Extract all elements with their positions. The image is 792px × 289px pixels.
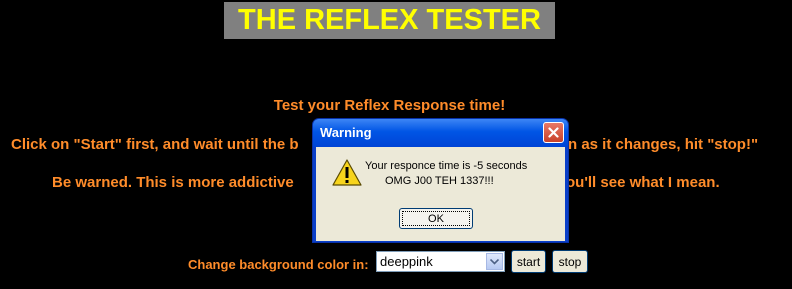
intro-line-3: Be warned. This is more addictive: [52, 174, 294, 191]
background-color-select[interactable]: deeppink: [376, 251, 505, 272]
dialog-message-line-1: Your responce time is -5 seconds: [365, 160, 528, 172]
intro-line-2: Click on "Start" first, and wait until t…: [11, 136, 299, 153]
intro-line-3-right: ou'll see what I mean.: [566, 174, 720, 191]
background-color-value: deeppink: [380, 254, 433, 269]
chevron-down-icon[interactable]: [486, 253, 503, 270]
close-icon[interactable]: [543, 122, 564, 143]
warning-dialog: Warning Your responce time is -5 seconds…: [312, 118, 569, 243]
title-banner: THE REFLEX TESTER: [224, 2, 555, 39]
dialog-body: Your responce time is -5 seconds OMG J00…: [316, 147, 565, 241]
intro-line-2-right-wrap: n as it changes, hit "stop!": [568, 136, 758, 153]
background-color-label: Change background color in:: [188, 257, 369, 272]
dialog-titlebar[interactable]: Warning: [313, 119, 568, 147]
stop-button[interactable]: stop: [552, 250, 588, 273]
intro-line-1: Test your Reflex Response time!: [273, 97, 506, 114]
intro-line-2-right: n as it changes, hit "stop!": [568, 136, 759, 153]
intro-line-3-right-wrap: ou'll see what I mean.: [566, 174, 720, 191]
warning-icon: [332, 158, 362, 188]
intro-line-2-left: Click on "Start" first, and wait until t…: [11, 136, 299, 153]
dialog-message-line-2: OMG J00 TEH 1337!!!: [385, 175, 494, 187]
intro-line-3-left: Be warned. This is more addictive: [52, 174, 294, 191]
start-button[interactable]: start: [511, 250, 546, 273]
page-title: THE REFLEX TESTER: [238, 4, 541, 36]
dialog-title: Warning: [320, 125, 372, 140]
ok-button[interactable]: OK: [399, 208, 473, 229]
